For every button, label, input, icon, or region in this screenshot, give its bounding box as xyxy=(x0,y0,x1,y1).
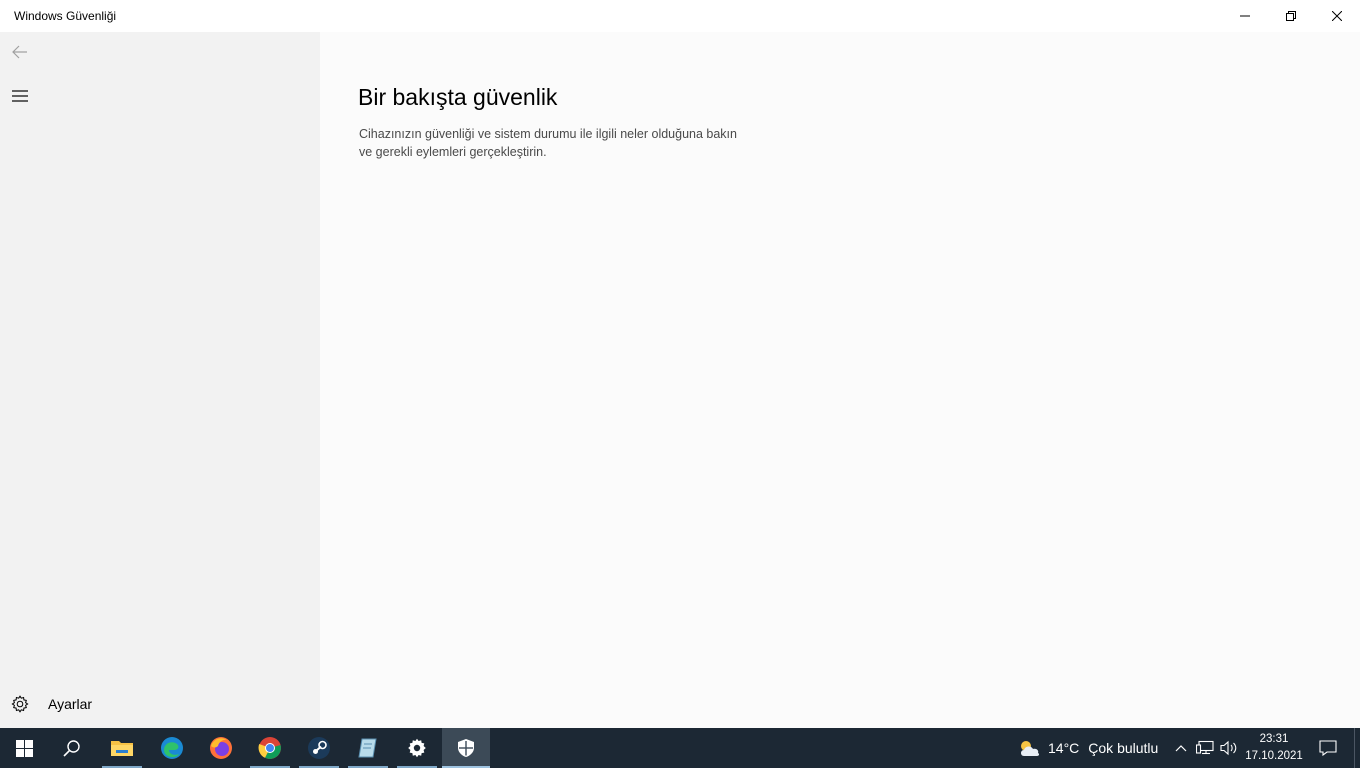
main-content: Bir bakışta güvenlik Cihazınızın güvenli… xyxy=(320,32,1360,728)
taskbar-chrome[interactable] xyxy=(246,728,294,768)
taskbar-firefox[interactable] xyxy=(197,728,245,768)
navigation-pane: Ayarlar xyxy=(0,32,320,728)
title-bar[interactable]: Windows Güvenliği xyxy=(0,0,1360,32)
notepad-icon xyxy=(358,738,377,758)
window-title: Windows Güvenliği xyxy=(14,9,117,23)
minimize-icon xyxy=(1240,15,1250,17)
system-clock[interactable]: 23:31 17.10.2021 xyxy=(1240,731,1308,765)
taskbar: 14°C Çok bulutlu 23:31 17.10.2021 xyxy=(0,728,1360,768)
weather-widget[interactable]: 14°C Çok bulutlu xyxy=(1014,728,1158,768)
hamburger-menu-button[interactable] xyxy=(0,76,40,116)
back-arrow-icon xyxy=(12,45,27,59)
weather-temperature: 14°C xyxy=(1048,740,1080,756)
chrome-icon xyxy=(258,737,281,759)
show-desktop-button[interactable] xyxy=(1354,728,1360,768)
restore-button[interactable] xyxy=(1268,0,1314,32)
weather-condition: Çok bulutlu xyxy=(1088,740,1159,756)
close-button[interactable] xyxy=(1314,0,1360,32)
firefox-icon xyxy=(210,737,232,759)
taskbar-windows-security[interactable] xyxy=(442,728,490,768)
volume-button[interactable] xyxy=(1219,728,1239,768)
taskbar-settings[interactable] xyxy=(393,728,441,768)
back-button[interactable] xyxy=(0,32,40,72)
gear-icon xyxy=(0,684,40,724)
notification-icon xyxy=(1319,740,1337,756)
settings-icon xyxy=(408,738,426,758)
show-hidden-icons-button[interactable] xyxy=(1172,728,1190,768)
page-description: Cihazınızın güvenliği ve sistem durumu i… xyxy=(359,127,737,159)
windows-security-icon xyxy=(458,739,474,757)
taskbar-notepad[interactable] xyxy=(344,728,392,768)
start-button[interactable] xyxy=(0,728,48,768)
search-icon xyxy=(63,740,80,757)
close-icon xyxy=(1332,11,1342,21)
page-title: Bir bakışta güvenlik xyxy=(358,84,558,110)
search-button[interactable] xyxy=(48,728,96,768)
edge-icon xyxy=(161,737,183,759)
network-button[interactable] xyxy=(1194,728,1216,768)
taskbar-file-explorer[interactable] xyxy=(98,728,146,768)
action-center-button[interactable] xyxy=(1312,728,1344,768)
taskbar-edge[interactable] xyxy=(148,728,196,768)
clock-date: 17.10.2021 xyxy=(1245,750,1303,762)
speaker-icon xyxy=(1220,740,1237,756)
clock-time: 23:31 xyxy=(1259,733,1289,745)
steam-icon xyxy=(308,737,330,759)
restore-icon xyxy=(1286,11,1296,21)
settings-nav-item[interactable]: Ayarlar xyxy=(0,684,320,724)
chevron-up-icon xyxy=(1175,745,1187,752)
minimize-button[interactable] xyxy=(1222,0,1268,32)
taskbar-steam[interactable] xyxy=(295,728,343,768)
windows-security-window: Windows Güvenliği Ayarlar Bir bakışta gü… xyxy=(0,0,1360,728)
hamburger-icon xyxy=(12,90,28,102)
partly-cloudy-icon xyxy=(1014,738,1044,758)
network-icon xyxy=(1196,740,1214,755)
file-explorer-icon xyxy=(111,741,133,756)
start-icon xyxy=(15,739,33,757)
settings-label: Ayarlar xyxy=(48,696,93,712)
